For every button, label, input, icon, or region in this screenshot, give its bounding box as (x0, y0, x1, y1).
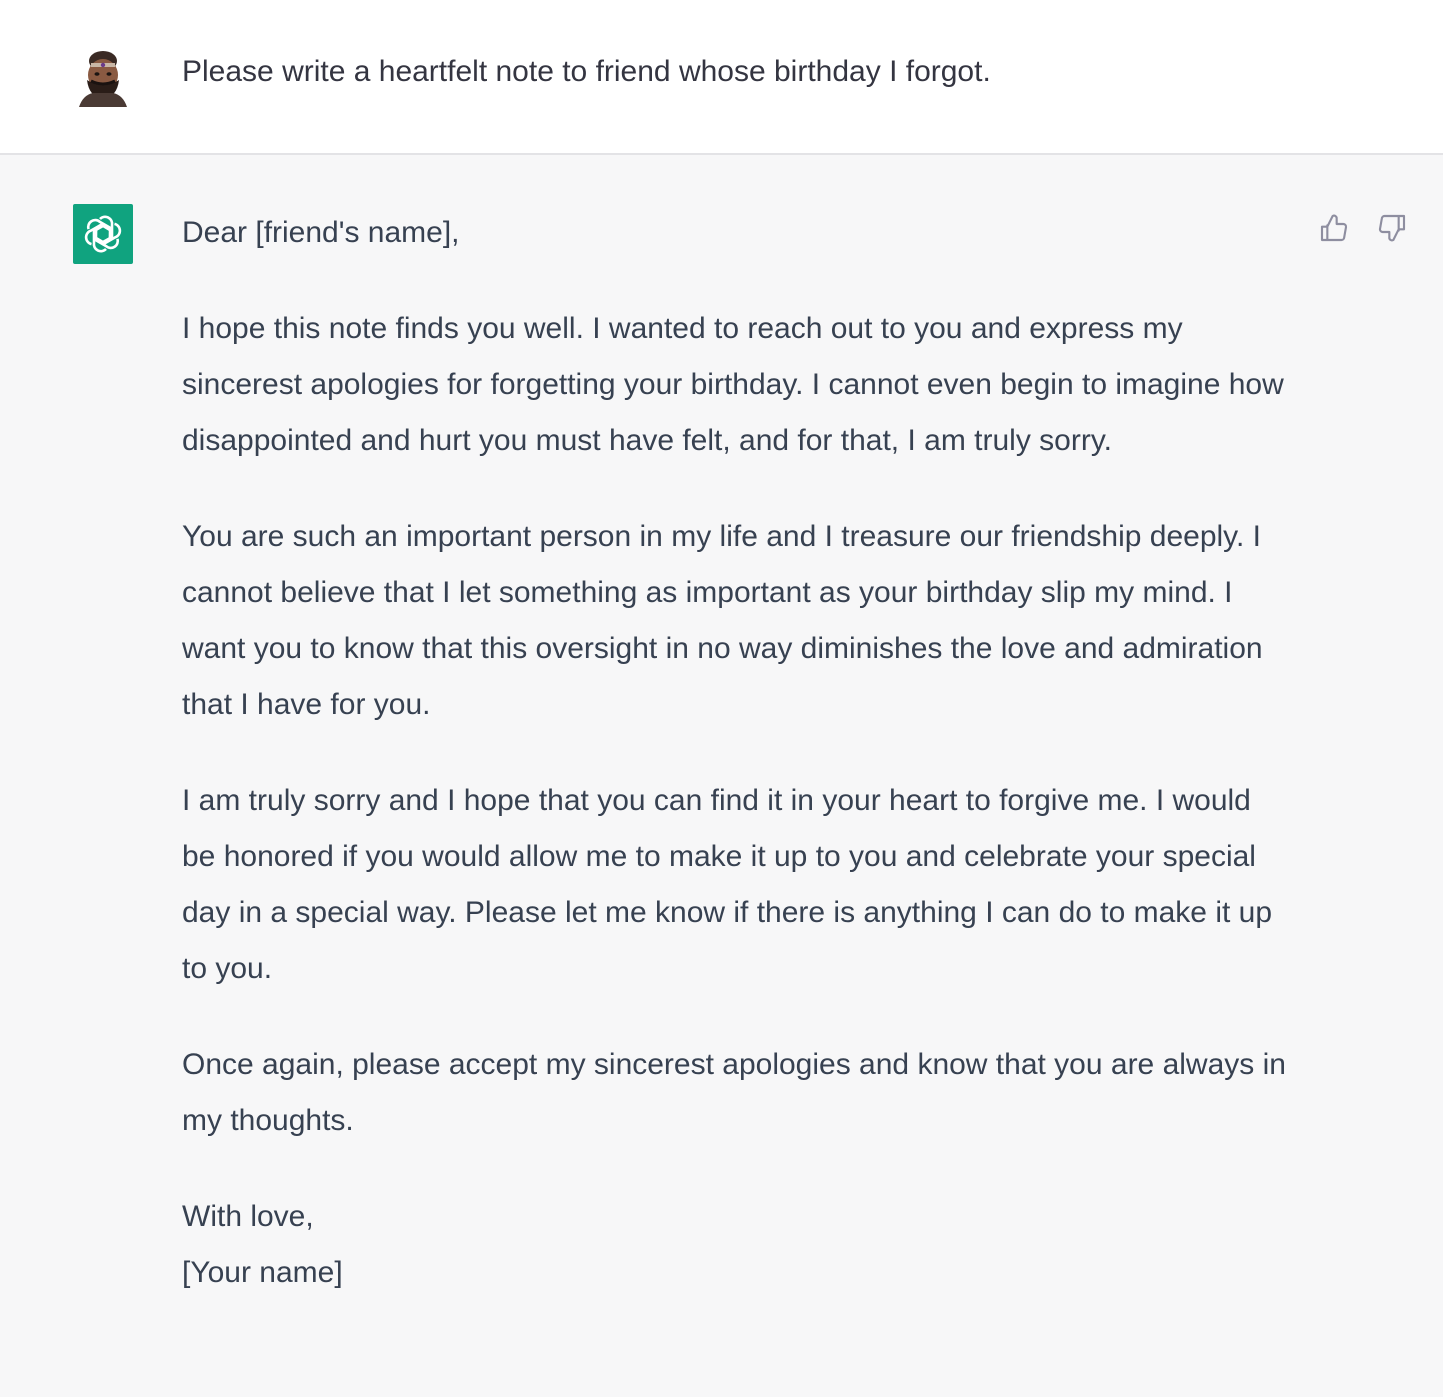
user-avatar-image (73, 47, 133, 107)
paragraph-3: I am truly sorry and I hope that you can… (182, 784, 1273, 985)
closing-line: With love, (182, 1200, 314, 1233)
assistant-message-text: Dear [friend's name], I hope this note f… (182, 205, 1292, 1301)
user-message-text: Please write a heartfelt note to friend … (182, 55, 991, 88)
paragraph-1: I hope this note finds you well. I wante… (182, 312, 1284, 457)
thumbs-down-icon (1378, 214, 1406, 242)
thumbs-up-icon (1320, 214, 1348, 242)
signature-line: [Your name] (182, 1256, 343, 1289)
assistant-message-row: Dear [friend's name], I hope this note f… (0, 155, 1443, 1397)
feedback-controls (1317, 211, 1409, 245)
greeting-line: Dear [friend's name], (182, 216, 460, 249)
assistant-avatar (73, 204, 133, 264)
paragraph-4: Once again, please accept my sincerest a… (182, 1048, 1286, 1137)
user-message-row: Please write a heartfelt note to friend … (0, 0, 1443, 155)
user-avatar (73, 47, 133, 107)
thumbs-down-button[interactable] (1375, 211, 1409, 245)
openai-logo-icon (84, 215, 122, 253)
thumbs-up-button[interactable] (1317, 211, 1351, 245)
signoff: With love, [Your name] (182, 1189, 1292, 1301)
paragraph-2: You are such an important person in my l… (182, 520, 1263, 721)
